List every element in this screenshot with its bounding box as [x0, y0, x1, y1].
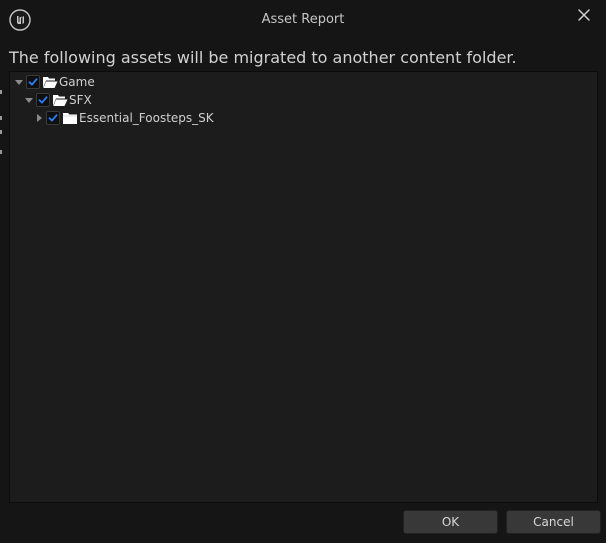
- window-title: Asset Report: [261, 12, 345, 27]
- check-icon: [28, 78, 38, 86]
- close-icon[interactable]: [576, 7, 592, 23]
- expander-collapsed-icon[interactable]: [34, 113, 44, 123]
- left-edge-mark: [0, 130, 2, 134]
- tree-node-label: Game: [59, 75, 95, 89]
- folder-open-icon: [43, 76, 58, 88]
- asset-tree[interactable]: Game SFX Essential_Foosteps_SK: [9, 71, 598, 503]
- expander-expanded-icon[interactable]: [24, 95, 34, 105]
- ok-button[interactable]: OK: [403, 510, 498, 534]
- folder-open-icon: [53, 94, 68, 106]
- folder-closed-icon: [63, 112, 77, 124]
- migration-message: The following assets will be migrated to…: [9, 48, 517, 67]
- left-edge-mark: [0, 90, 2, 94]
- expander-expanded-icon[interactable]: [14, 77, 24, 87]
- check-icon: [38, 96, 48, 104]
- left-edge-mark: [0, 150, 2, 154]
- check-icon: [48, 114, 58, 122]
- tree-node-label: Essential_Foosteps_SK: [79, 111, 214, 125]
- node-checkbox[interactable]: [26, 75, 40, 89]
- node-checkbox[interactable]: [36, 93, 50, 107]
- tree-node-essential-foosteps-sk[interactable]: Essential_Foosteps_SK: [34, 109, 214, 127]
- title-bar[interactable]: Asset Report: [0, 0, 606, 40]
- tree-node-sfx[interactable]: SFX: [24, 91, 92, 109]
- left-edge-mark: [0, 116, 2, 120]
- tree-node-label: SFX: [69, 93, 92, 107]
- asset-report-dialog: Asset Report The following assets will b…: [0, 0, 606, 543]
- cancel-button[interactable]: Cancel: [506, 510, 601, 534]
- node-checkbox[interactable]: [46, 111, 60, 125]
- tree-node-game[interactable]: Game: [14, 73, 95, 91]
